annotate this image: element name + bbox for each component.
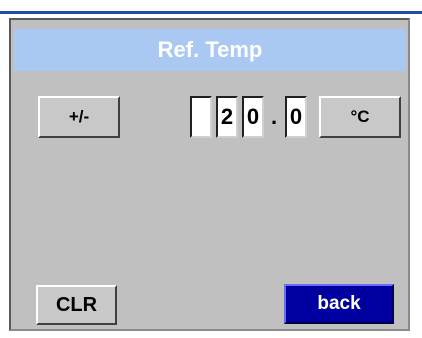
back-button[interactable]: back <box>284 284 394 324</box>
page-title: Ref. Temp <box>14 29 406 71</box>
decimal-separator: . <box>270 104 278 129</box>
digit-field-3[interactable]: 0 <box>242 96 264 138</box>
digit-field-4[interactable]: 0 <box>285 96 307 138</box>
digit-field-1[interactable] <box>190 96 212 138</box>
unit-button[interactable]: °C <box>319 96 401 138</box>
top-divider <box>0 11 422 14</box>
clear-button[interactable]: CLR <box>36 285 117 325</box>
sign-toggle-button[interactable]: +/- <box>38 96 120 138</box>
reference-temperature-screen: Ref. Temp +/- 2 0 . 0 °C CLR back <box>0 0 422 338</box>
digit-field-2[interactable]: 2 <box>216 96 238 138</box>
